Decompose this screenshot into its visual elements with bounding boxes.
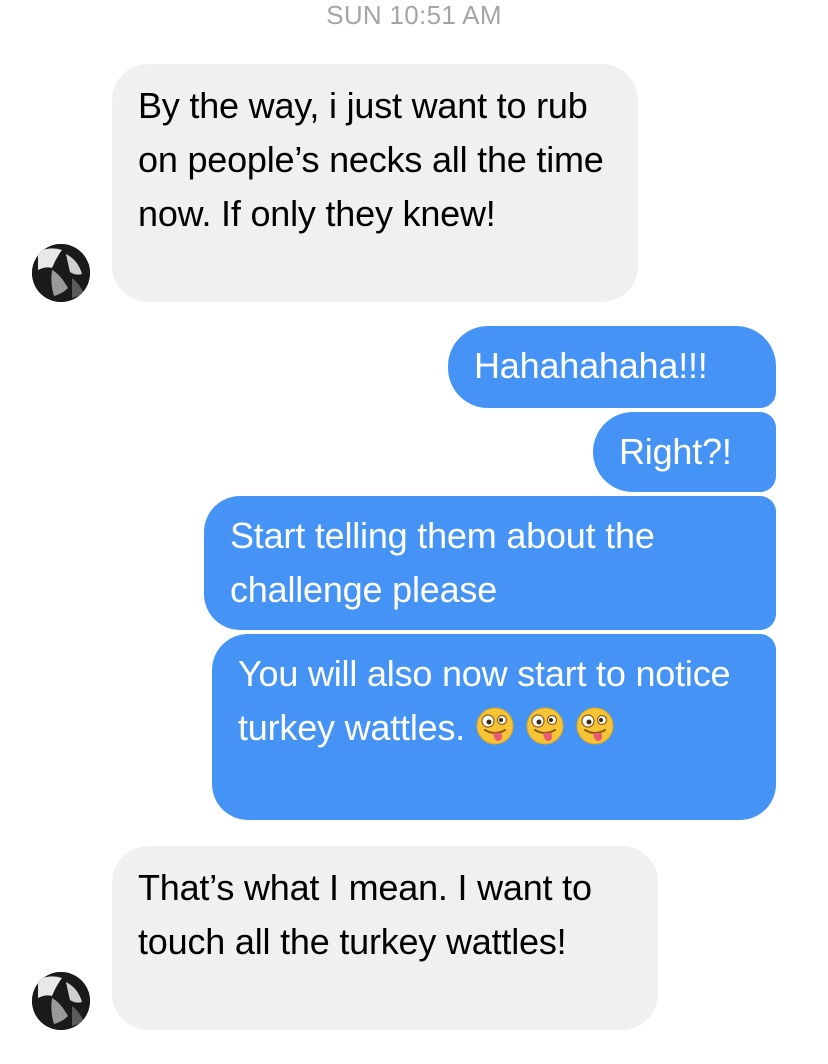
conversation-timestamp: SUN 10:51 AM bbox=[326, 0, 502, 30]
message-text: Start telling them about the challenge p… bbox=[230, 515, 655, 610]
outgoing-message-bubble[interactable]: Hahahahaha!!! bbox=[448, 326, 776, 408]
message-text: By the way, i just want to rub on people… bbox=[138, 85, 604, 234]
incoming-message-bubble[interactable]: By the way, i just want to rub on people… bbox=[112, 64, 638, 302]
message-text: Hahahahaha!!! bbox=[474, 345, 708, 386]
contact-avatar[interactable] bbox=[32, 244, 90, 302]
message-text: That’s what I mean. I want to touch all … bbox=[138, 867, 592, 962]
message-text: Right?! bbox=[619, 431, 732, 472]
incoming-message-bubble[interactable]: That’s what I mean. I want to touch all … bbox=[112, 846, 658, 1030]
zany-face-emoji-icon bbox=[575, 706, 615, 746]
contact-avatar-icon bbox=[32, 972, 90, 1030]
contact-avatar[interactable] bbox=[32, 972, 90, 1030]
outgoing-message-bubble[interactable]: You will also now start to notice turkey… bbox=[212, 634, 776, 820]
contact-avatar-icon bbox=[32, 244, 90, 302]
outgoing-message-bubble[interactable]: Right?! bbox=[593, 412, 776, 492]
outgoing-message-bubble[interactable]: Start telling them about the challenge p… bbox=[204, 496, 776, 630]
zany-face-emoji-icon bbox=[525, 706, 565, 746]
zany-face-emoji-icon bbox=[475, 706, 515, 746]
